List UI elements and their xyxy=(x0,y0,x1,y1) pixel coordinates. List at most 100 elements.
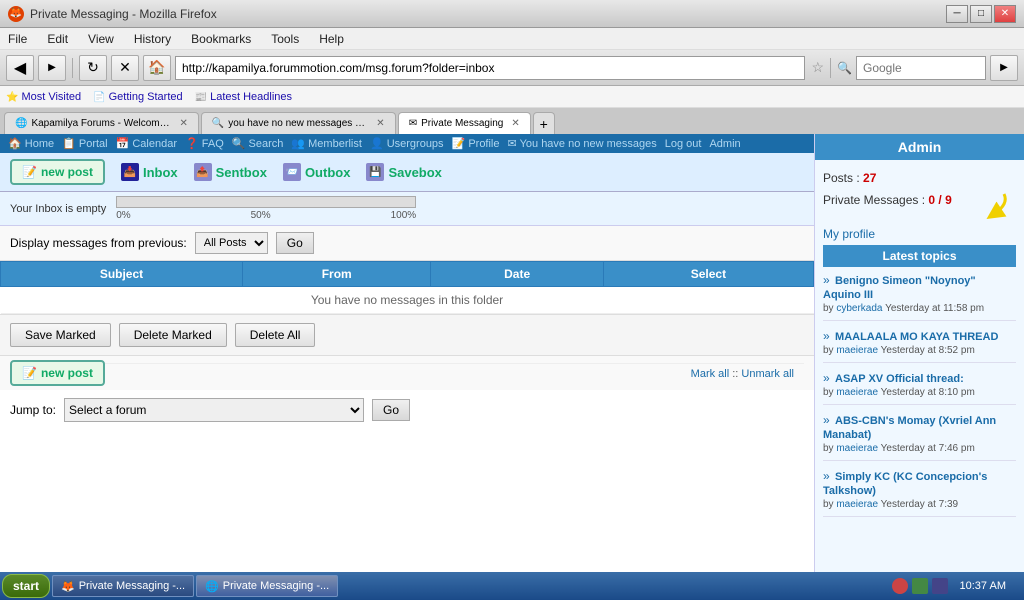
menu-bookmarks[interactable]: Bookmarks xyxy=(187,30,255,48)
tab-1-icon: 🌐 xyxy=(15,118,27,129)
forward-button[interactable]: ▶ xyxy=(38,55,66,81)
delete-all-button[interactable]: Delete All xyxy=(235,323,316,347)
new-post-button-top[interactable]: 📝 new post xyxy=(10,159,105,185)
menu-file[interactable]: File xyxy=(4,30,31,48)
tab-2-label: you have no new messages - Search xyxy=(228,118,368,129)
nav-no-messages[interactable]: ✉ You have no new messages xyxy=(508,137,657,150)
nav-usergroups[interactable]: 👤 Usergroups xyxy=(370,137,444,150)
back-button[interactable]: ◀ xyxy=(6,55,34,81)
progress-container: 0% 50% 100% xyxy=(116,196,416,221)
menu-history[interactable]: History xyxy=(130,30,175,48)
inbox-tab[interactable]: 📥 Inbox xyxy=(121,163,178,181)
tab-2-close[interactable]: ✕ xyxy=(376,118,384,129)
posts-count: 27 xyxy=(863,171,876,185)
sentbox-tab[interactable]: 📤 Sentbox xyxy=(194,163,267,181)
address-bar[interactable] xyxy=(175,56,805,80)
new-tab-button[interactable]: + xyxy=(533,112,555,134)
inbox-tabs: 📝 new post 📥 Inbox 📤 Sentbox 📨 Outbox 💾 … xyxy=(0,153,814,192)
col-select: Select xyxy=(603,262,813,287)
posts-label: Posts xyxy=(823,171,853,185)
jump-go-button[interactable]: Go xyxy=(372,399,410,421)
nav-memberlist[interactable]: 👥 Memberlist xyxy=(291,137,362,150)
topic-4-link[interactable]: ABS-CBN's Momay (Xvriel Ann Manabat) xyxy=(823,415,996,441)
new-post-button-bottom[interactable]: 📝 new post xyxy=(10,360,105,386)
tab-1[interactable]: 🌐 Kapamilya Forums - Welcome to your a..… xyxy=(4,112,199,134)
sidebar-topics: Latest topics » Benigno Simeon "Noynoy" … xyxy=(815,245,1024,533)
start-button[interactable]: start xyxy=(2,574,50,598)
taskbar-item-2[interactable]: 🌐 Private Messaging -... xyxy=(196,575,338,597)
tab-2-icon: 🔍 xyxy=(212,118,224,129)
nav-logout[interactable]: Log out xyxy=(665,138,702,150)
save-marked-button[interactable]: Save Marked xyxy=(10,323,111,347)
topic-1-time: Yesterday at 11:58 pm xyxy=(885,303,984,314)
nav-home[interactable]: 🏠 Home xyxy=(8,137,54,150)
taskbar-item-2-icon: 🌐 xyxy=(205,580,219,593)
menu-help[interactable]: Help xyxy=(315,30,348,48)
display-go-button[interactable]: Go xyxy=(276,232,314,254)
delete-marked-button[interactable]: Delete Marked xyxy=(119,323,227,347)
nav-portal[interactable]: 📋 Portal xyxy=(62,137,108,150)
my-profile-link[interactable]: My profile xyxy=(823,227,875,241)
topic-2-time: Yesterday at 8:52 pm xyxy=(881,345,975,356)
topic-5-time: Yesterday at 7:39 xyxy=(881,499,958,510)
topic-1-meta: by cyberkada Yesterday at 11:58 pm xyxy=(823,303,1016,314)
nav-search[interactable]: 🔍 Search xyxy=(232,137,284,150)
topic-3-author[interactable]: maeierae xyxy=(836,387,878,398)
tab-3-close[interactable]: ✕ xyxy=(511,118,519,129)
display-select[interactable]: All Posts xyxy=(195,232,268,254)
col-from: From xyxy=(242,262,430,287)
taskbar-item-1[interactable]: 🦊 Private Messaging -... xyxy=(52,575,194,597)
nav-profile[interactable]: 📝 Profile xyxy=(452,137,500,150)
messages-table: Subject From Date Select You have no mes… xyxy=(0,261,814,314)
tray-icon-2 xyxy=(912,578,928,594)
topic-1-author[interactable]: cyberkada xyxy=(836,303,882,314)
tab-1-close[interactable]: ✕ xyxy=(179,118,187,129)
bookmark-latest-headlines[interactable]: 📰Latest Headlines xyxy=(195,91,292,103)
topic-4-time: Yesterday at 7:46 pm xyxy=(881,443,975,454)
forum-nav: 🏠 Home 📋 Portal 📅 Calendar ❓ FAQ 🔍 Searc… xyxy=(0,134,814,153)
display-label: Display messages from previous: xyxy=(10,236,187,250)
topic-2: » MAALAALA MO KAYA THREAD by maeierae Ye… xyxy=(823,329,1016,363)
topic-2-author[interactable]: maeierae xyxy=(836,345,878,356)
topic-1-link[interactable]: Benigno Simeon "Noynoy" Aquino III xyxy=(823,275,976,301)
empty-message: You have no messages in this folder xyxy=(1,287,814,314)
topic-2-link[interactable]: MAALAALA MO KAYA THREAD xyxy=(835,331,998,343)
savebox-tab[interactable]: 💾 Savebox xyxy=(366,163,441,181)
nav-admin[interactable]: Admin xyxy=(709,138,740,150)
topic-4-author[interactable]: maeierae xyxy=(836,443,878,454)
nav-calendar[interactable]: 📅 Calendar xyxy=(116,137,177,150)
menu-edit[interactable]: Edit xyxy=(43,30,72,48)
bookmark-getting-started[interactable]: 📄Getting Started xyxy=(93,91,182,103)
home-button[interactable]: 🏠 xyxy=(143,55,171,81)
inbox-label: Inbox xyxy=(143,165,178,180)
topic-5-link[interactable]: Simply KC (KC Concepcion's Talkshow) xyxy=(823,471,987,497)
mark-all-link[interactable]: Mark all xyxy=(691,368,730,380)
stop-button[interactable]: ✕ xyxy=(111,55,139,81)
maximize-button[interactable]: □ xyxy=(970,5,992,23)
tray-icon-1 xyxy=(892,578,908,594)
topic-3-link[interactable]: ASAP XV Official thread: xyxy=(835,373,964,385)
pm-count: 0 / 9 xyxy=(928,193,951,207)
jump-select[interactable]: Select a forum xyxy=(64,398,364,422)
minimize-button[interactable]: ─ xyxy=(946,5,968,23)
menu-tools[interactable]: Tools xyxy=(267,30,303,48)
nav-faq[interactable]: ❓ FAQ xyxy=(185,137,224,150)
browser-search-button[interactable]: ▶ xyxy=(990,55,1018,81)
close-button[interactable]: ✕ xyxy=(994,5,1016,23)
topic-3: » ASAP XV Official thread: by maeierae Y… xyxy=(823,371,1016,405)
tab-2[interactable]: 🔍 you have no new messages - Search ✕ xyxy=(201,112,396,134)
outbox-tab[interactable]: 📨 Outbox xyxy=(283,163,351,181)
reload-button[interactable]: ↻ xyxy=(79,55,107,81)
progress-bar xyxy=(116,196,416,208)
taskbar-clock: 10:37 AM xyxy=(952,580,1014,592)
unmark-all-link[interactable]: Unmark all xyxy=(741,368,794,380)
menu-view[interactable]: View xyxy=(84,30,118,48)
bookmark-star-icon[interactable]: ☆ xyxy=(811,59,824,76)
topic-5-meta: by maeierae Yesterday at 7:39 xyxy=(823,499,1016,510)
bottom-action-row: 📝 new post Mark all :: Unmark all xyxy=(0,355,814,390)
topic-5-author[interactable]: maeierae xyxy=(836,499,878,510)
bookmark-most-visited[interactable]: ⭐Most Visited xyxy=(6,91,81,103)
browser-search-input[interactable] xyxy=(856,56,986,80)
taskbar: start 🦊 Private Messaging -... 🌐 Private… xyxy=(0,572,1024,600)
tab-3[interactable]: ✉ Private Messaging ✕ xyxy=(398,112,531,134)
